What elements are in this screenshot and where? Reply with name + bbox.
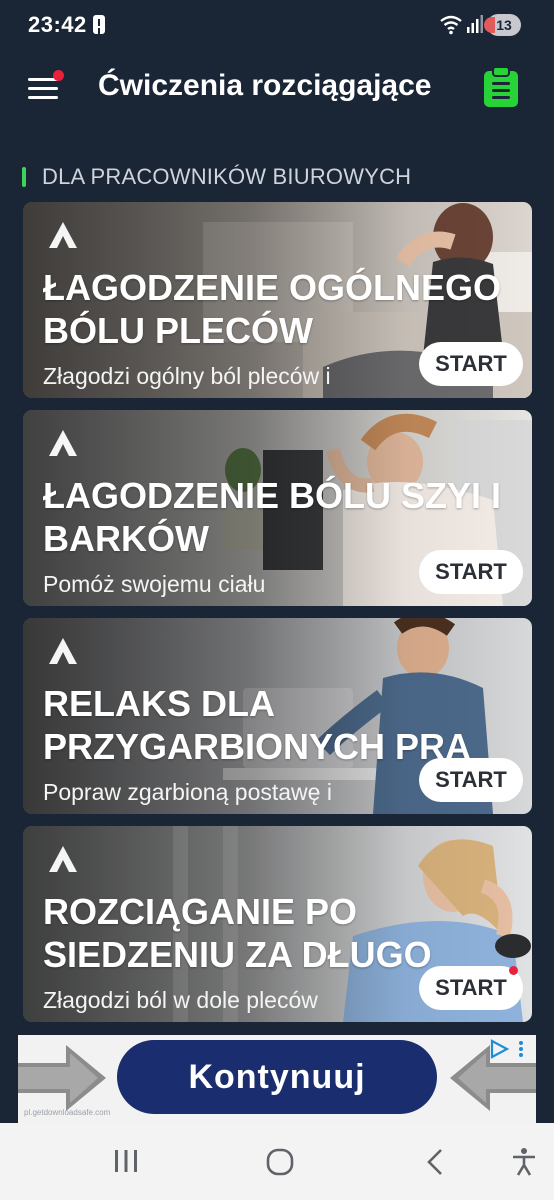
accessibility-icon[interactable] xyxy=(510,1147,538,1177)
card-title-text: ŁAGODZENIE BÓLU SZYI I BARKÓW xyxy=(43,475,502,559)
workout-card-sitting-too-long[interactable]: ROZCIĄGANIE PO SIEDZENIU ZA DŁUGO Złagod… xyxy=(23,826,532,1022)
card-title-text: ŁAGODZENIE OGÓLNEGO BÓLU PLECÓW xyxy=(43,267,502,351)
card-title: ROZCIĄGANIE PO SIEDZENIU ZA DŁUGO xyxy=(43,890,532,976)
alert-icon xyxy=(93,15,105,34)
app-logo-icon xyxy=(49,638,77,664)
card-title-text: RELAKS DLA PRZYGARBIONYCH PRA xyxy=(43,683,472,767)
card-title-text: ROZCIĄGANIE PO SIEDZENIU ZA DŁUGO xyxy=(43,891,432,975)
card-title: ŁAGODZENIE OGÓLNEGO BÓLU PLECÓW xyxy=(43,266,532,352)
ad-continue-button[interactable]: Kontynuuj xyxy=(117,1040,437,1114)
start-button[interactable]: START xyxy=(419,758,523,802)
section-title: DLA PRACOWNIKÓW BIUROWYCH xyxy=(42,164,412,189)
system-navigation-bar xyxy=(0,1123,554,1200)
status-bar: 23:42 13 xyxy=(0,0,554,50)
card-subtitle: Złagodzi ogólny ból pleców i xyxy=(43,363,331,389)
card-subtitle: Pomóż swojemu ciału xyxy=(43,571,266,597)
battery-indicator: 13 xyxy=(484,14,521,36)
notification-dot xyxy=(53,70,64,81)
card-subtitle: Popraw zgarbioną postawę i xyxy=(43,779,332,805)
back-icon[interactable] xyxy=(423,1147,447,1177)
recent-apps-icon[interactable] xyxy=(112,1147,140,1175)
app-bar: Ćwiczenia rozciągające xyxy=(0,50,554,130)
page-title: Ćwiczenia rozciągające xyxy=(98,69,432,102)
section-accent-bar xyxy=(22,167,26,187)
app-logo-icon xyxy=(49,846,77,872)
workout-card-neck-shoulders[interactable]: ŁAGODZENIE BÓLU SZYI I BARKÓW Pomóż swoj… xyxy=(23,410,532,606)
start-button[interactable]: START xyxy=(419,966,523,1010)
ad-url: pl.getdownloadsafe.com xyxy=(24,1108,111,1117)
ad-choices-icon[interactable] xyxy=(489,1038,529,1060)
signal-icon xyxy=(467,15,483,33)
notification-dot xyxy=(509,966,518,975)
app-logo-icon xyxy=(49,222,77,248)
ad-banner[interactable]: Kontynuuj pl.getdownloadsafe.com xyxy=(18,1035,536,1123)
home-icon[interactable] xyxy=(265,1147,295,1177)
battery-level: 13 xyxy=(496,17,512,33)
clipboard-list-icon[interactable] xyxy=(482,66,520,108)
workout-card-back-pain[interactable]: ŁAGODZENIE OGÓLNEGO BÓLU PLECÓW Złagodzi… xyxy=(23,202,532,398)
card-title: RELAKS DLA PRZYGARBIONYCH PRA xyxy=(43,682,532,768)
workout-card-slouched-posture[interactable]: RELAKS DLA PRZYGARBIONYCH PRA Popraw zga… xyxy=(23,618,532,814)
hamburger-menu-icon[interactable] xyxy=(28,78,60,100)
status-time: 23:42 xyxy=(28,12,87,37)
card-title: ŁAGODZENIE BÓLU SZYI I BARKÓW xyxy=(43,474,532,560)
app-logo-icon xyxy=(49,430,77,456)
card-subtitle: Złagodzi ból w dole pleców xyxy=(43,987,318,1013)
arrow-right-icon xyxy=(18,1045,106,1111)
start-button[interactable]: START xyxy=(419,550,523,594)
start-button[interactable]: START xyxy=(419,342,523,386)
wifi-icon xyxy=(440,15,462,35)
